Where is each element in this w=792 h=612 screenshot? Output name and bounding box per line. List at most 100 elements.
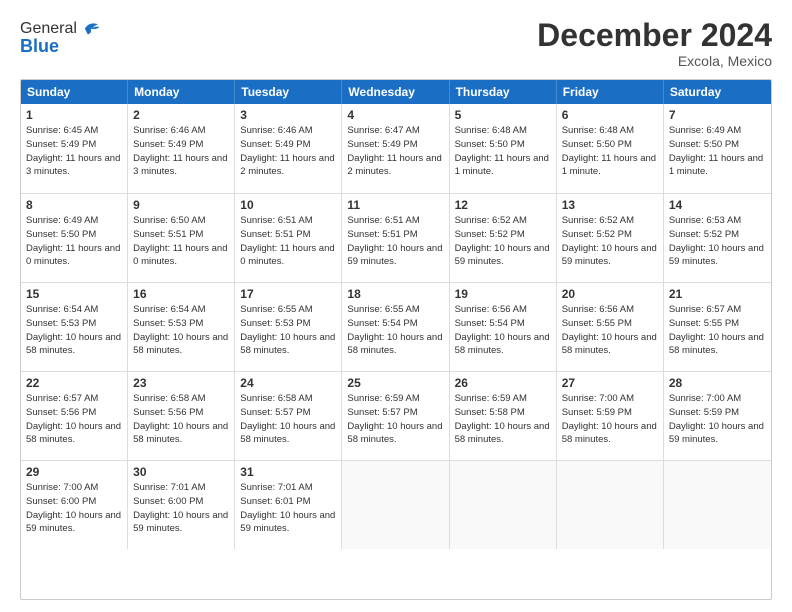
day-num-27: 27 — [562, 376, 658, 390]
day-num-26: 26 — [455, 376, 551, 390]
cal-cell-21: 21 Sunrise: 6:57 AMSunset: 5:55 PMDaylig… — [664, 283, 771, 371]
cal-cell-24: 24 Sunrise: 6:58 AMSunset: 5:57 PMDaylig… — [235, 372, 342, 460]
cal-cell-empty-4 — [664, 461, 771, 549]
cal-cell-29: 29 Sunrise: 7:00 AMSunset: 6:00 PMDaylig… — [21, 461, 128, 549]
day-info-26: Sunrise: 6:59 AMSunset: 5:58 PMDaylight:… — [455, 392, 551, 447]
page: General Blue December 2024 Excola, Mexic… — [0, 0, 792, 612]
cal-cell-27: 27 Sunrise: 7:00 AMSunset: 5:59 PMDaylig… — [557, 372, 664, 460]
week-row-5: 29 Sunrise: 7:00 AMSunset: 6:00 PMDaylig… — [21, 460, 771, 549]
day-info-28: Sunrise: 7:00 AMSunset: 5:59 PMDaylight:… — [669, 392, 766, 447]
cal-cell-empty-3 — [557, 461, 664, 549]
cal-cell-4: 4 Sunrise: 6:47 AMSunset: 5:49 PMDayligh… — [342, 104, 449, 193]
day-num-25: 25 — [347, 376, 443, 390]
cal-cell-5: 5 Sunrise: 6:48 AMSunset: 5:50 PMDayligh… — [450, 104, 557, 193]
day-num-28: 28 — [669, 376, 766, 390]
cal-cell-22: 22 Sunrise: 6:57 AMSunset: 5:56 PMDaylig… — [21, 372, 128, 460]
cal-cell-8: 8 Sunrise: 6:49 AMSunset: 5:50 PMDayligh… — [21, 194, 128, 282]
header: General Blue December 2024 Excola, Mexic… — [20, 18, 772, 69]
logo: General Blue — [20, 18, 101, 57]
day-num-14: 14 — [669, 198, 766, 212]
cal-cell-19: 19 Sunrise: 6:56 AMSunset: 5:54 PMDaylig… — [450, 283, 557, 371]
logo-bird-icon — [79, 18, 101, 40]
header-tuesday: Tuesday — [235, 80, 342, 104]
cal-cell-16: 16 Sunrise: 6:54 AMSunset: 5:53 PMDaylig… — [128, 283, 235, 371]
header-sunday: Sunday — [21, 80, 128, 104]
day-info-20: Sunrise: 6:56 AMSunset: 5:55 PMDaylight:… — [562, 303, 658, 358]
cal-cell-empty-1 — [342, 461, 449, 549]
cal-cell-7: 7 Sunrise: 6:49 AMSunset: 5:50 PMDayligh… — [664, 104, 771, 193]
cal-cell-25: 25 Sunrise: 6:59 AMSunset: 5:57 PMDaylig… — [342, 372, 449, 460]
day-num-22: 22 — [26, 376, 122, 390]
cal-cell-11: 11 Sunrise: 6:51 AMSunset: 5:51 PMDaylig… — [342, 194, 449, 282]
day-num-20: 20 — [562, 287, 658, 301]
cal-cell-1: 1 Sunrise: 6:45 AMSunset: 5:49 PMDayligh… — [21, 104, 128, 193]
day-num-24: 24 — [240, 376, 336, 390]
day-info-10: Sunrise: 6:51 AMSunset: 5:51 PMDaylight:… — [240, 214, 336, 269]
day-info-3: Sunrise: 6:46 AMSunset: 5:49 PMDaylight:… — [240, 124, 336, 179]
header-friday: Friday — [557, 80, 664, 104]
day-num-23: 23 — [133, 376, 229, 390]
day-info-18: Sunrise: 6:55 AMSunset: 5:54 PMDaylight:… — [347, 303, 443, 358]
day-info-5: Sunrise: 6:48 AMSunset: 5:50 PMDaylight:… — [455, 124, 551, 179]
day-info-1: Sunrise: 6:45 AMSunset: 5:49 PMDaylight:… — [26, 124, 122, 179]
cal-cell-23: 23 Sunrise: 6:58 AMSunset: 5:56 PMDaylig… — [128, 372, 235, 460]
day-info-2: Sunrise: 6:46 AMSunset: 5:49 PMDaylight:… — [133, 124, 229, 179]
cal-cell-14: 14 Sunrise: 6:53 AMSunset: 5:52 PMDaylig… — [664, 194, 771, 282]
cal-cell-3: 3 Sunrise: 6:46 AMSunset: 5:49 PMDayligh… — [235, 104, 342, 193]
day-info-14: Sunrise: 6:53 AMSunset: 5:52 PMDaylight:… — [669, 214, 766, 269]
day-num-7: 7 — [669, 108, 766, 122]
cal-cell-17: 17 Sunrise: 6:55 AMSunset: 5:53 PMDaylig… — [235, 283, 342, 371]
header-saturday: Saturday — [664, 80, 771, 104]
day-info-22: Sunrise: 6:57 AMSunset: 5:56 PMDaylight:… — [26, 392, 122, 447]
header-thursday: Thursday — [450, 80, 557, 104]
day-num-21: 21 — [669, 287, 766, 301]
day-info-31: Sunrise: 7:01 AMSunset: 6:01 PMDaylight:… — [240, 481, 336, 536]
day-num-1: 1 — [26, 108, 122, 122]
day-info-19: Sunrise: 6:56 AMSunset: 5:54 PMDaylight:… — [455, 303, 551, 358]
week-row-1: 1 Sunrise: 6:45 AMSunset: 5:49 PMDayligh… — [21, 104, 771, 193]
day-info-21: Sunrise: 6:57 AMSunset: 5:55 PMDaylight:… — [669, 303, 766, 358]
day-info-27: Sunrise: 7:00 AMSunset: 5:59 PMDaylight:… — [562, 392, 658, 447]
day-num-6: 6 — [562, 108, 658, 122]
day-num-16: 16 — [133, 287, 229, 301]
day-info-23: Sunrise: 6:58 AMSunset: 5:56 PMDaylight:… — [133, 392, 229, 447]
day-num-4: 4 — [347, 108, 443, 122]
day-num-31: 31 — [240, 465, 336, 479]
day-num-17: 17 — [240, 287, 336, 301]
day-num-15: 15 — [26, 287, 122, 301]
cal-cell-6: 6 Sunrise: 6:48 AMSunset: 5:50 PMDayligh… — [557, 104, 664, 193]
day-num-8: 8 — [26, 198, 122, 212]
day-num-18: 18 — [347, 287, 443, 301]
day-info-30: Sunrise: 7:01 AMSunset: 6:00 PMDaylight:… — [133, 481, 229, 536]
month-title: December 2024 — [537, 18, 772, 53]
week-row-3: 15 Sunrise: 6:54 AMSunset: 5:53 PMDaylig… — [21, 282, 771, 371]
day-num-19: 19 — [455, 287, 551, 301]
day-info-8: Sunrise: 6:49 AMSunset: 5:50 PMDaylight:… — [26, 214, 122, 269]
day-info-7: Sunrise: 6:49 AMSunset: 5:50 PMDaylight:… — [669, 124, 766, 179]
day-info-25: Sunrise: 6:59 AMSunset: 5:57 PMDaylight:… — [347, 392, 443, 447]
cal-cell-12: 12 Sunrise: 6:52 AMSunset: 5:52 PMDaylig… — [450, 194, 557, 282]
week-row-2: 8 Sunrise: 6:49 AMSunset: 5:50 PMDayligh… — [21, 193, 771, 282]
cal-cell-9: 9 Sunrise: 6:50 AMSunset: 5:51 PMDayligh… — [128, 194, 235, 282]
header-wednesday: Wednesday — [342, 80, 449, 104]
title-block: December 2024 Excola, Mexico — [537, 18, 772, 69]
day-info-16: Sunrise: 6:54 AMSunset: 5:53 PMDaylight:… — [133, 303, 229, 358]
day-info-12: Sunrise: 6:52 AMSunset: 5:52 PMDaylight:… — [455, 214, 551, 269]
day-num-5: 5 — [455, 108, 551, 122]
day-info-15: Sunrise: 6:54 AMSunset: 5:53 PMDaylight:… — [26, 303, 122, 358]
cal-cell-2: 2 Sunrise: 6:46 AMSunset: 5:49 PMDayligh… — [128, 104, 235, 193]
cal-cell-empty-2 — [450, 461, 557, 549]
header-monday: Monday — [128, 80, 235, 104]
day-num-2: 2 — [133, 108, 229, 122]
day-num-10: 10 — [240, 198, 336, 212]
day-info-24: Sunrise: 6:58 AMSunset: 5:57 PMDaylight:… — [240, 392, 336, 447]
day-num-29: 29 — [26, 465, 122, 479]
calendar-body: 1 Sunrise: 6:45 AMSunset: 5:49 PMDayligh… — [21, 104, 771, 549]
day-num-13: 13 — [562, 198, 658, 212]
day-info-4: Sunrise: 6:47 AMSunset: 5:49 PMDaylight:… — [347, 124, 443, 179]
day-info-6: Sunrise: 6:48 AMSunset: 5:50 PMDaylight:… — [562, 124, 658, 179]
day-info-17: Sunrise: 6:55 AMSunset: 5:53 PMDaylight:… — [240, 303, 336, 358]
cal-cell-10: 10 Sunrise: 6:51 AMSunset: 5:51 PMDaylig… — [235, 194, 342, 282]
calendar: Sunday Monday Tuesday Wednesday Thursday… — [20, 79, 772, 600]
cal-cell-26: 26 Sunrise: 6:59 AMSunset: 5:58 PMDaylig… — [450, 372, 557, 460]
